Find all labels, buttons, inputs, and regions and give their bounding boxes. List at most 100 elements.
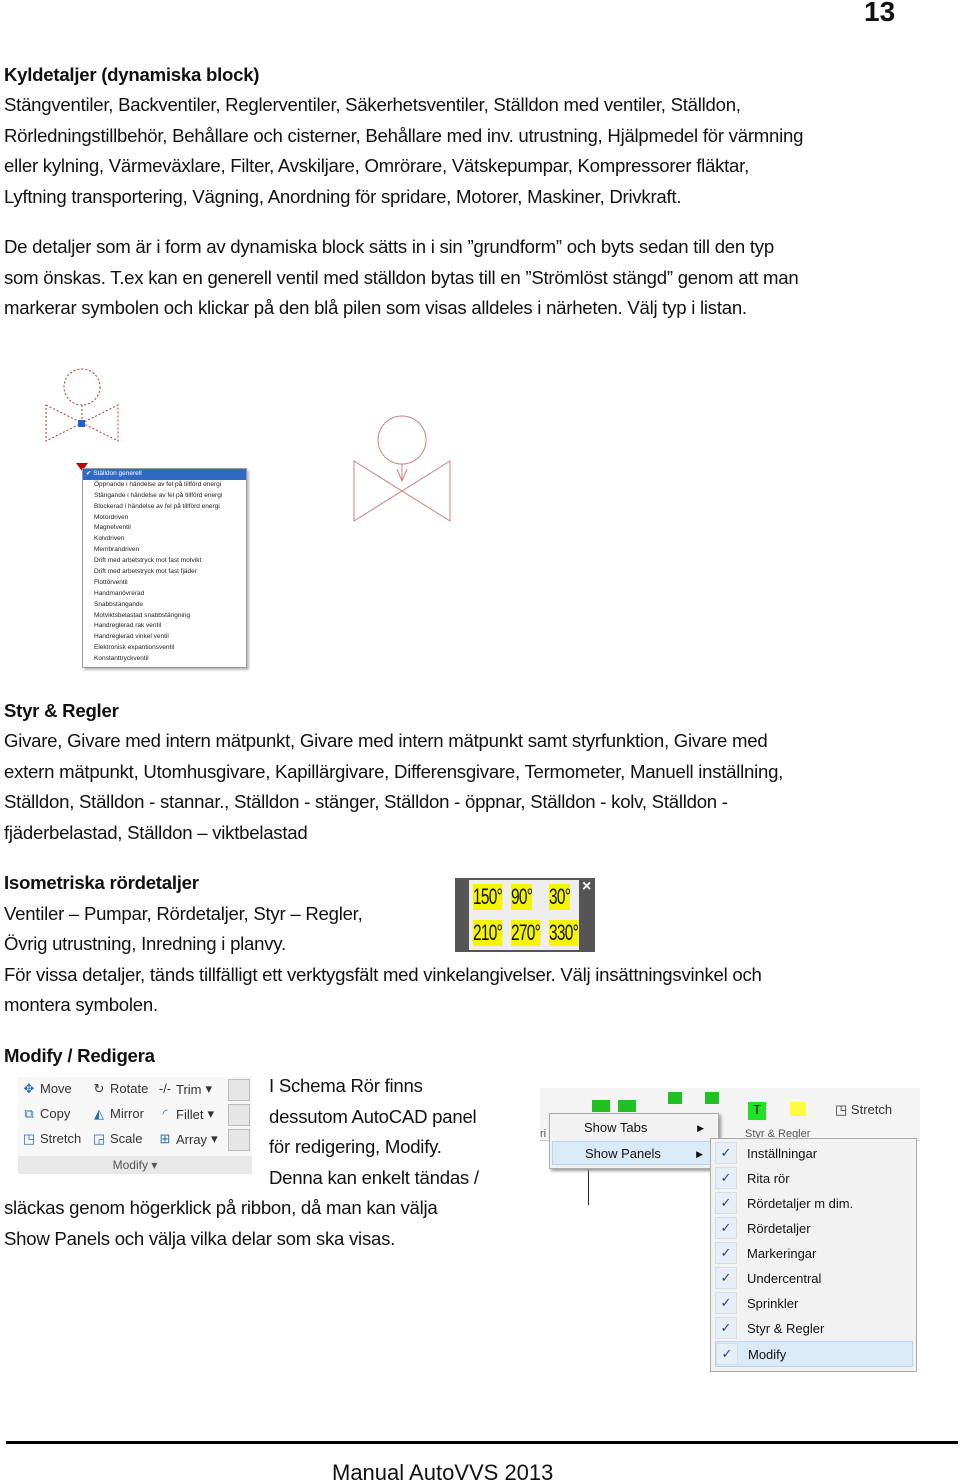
block-type-dropdown[interactable]: ✔ Ställdon generell Öppnande i händelse … [82, 468, 247, 668]
dropdown-item[interactable]: Motviktsbelastad snabbstängning [83, 611, 246, 622]
dropdown-item[interactable]: Motordriven [83, 513, 246, 524]
fillet-icon: ◜ [162, 1106, 168, 1121]
text-line: eller kylning, Värmeväxlare, Filter, Avs… [4, 155, 749, 176]
page-number: 13 [864, 0, 896, 27]
ribbon-context-menu: Show Tabs ▶ Show Panels ▶ [549, 1113, 719, 1169]
text-line: som önskas. T.ex kan en generell ventil … [4, 267, 799, 288]
dropdown-item[interactable]: Snabbstängande [83, 600, 246, 611]
text-line: Lyftning transportering, Vägning, Anordn… [4, 186, 682, 207]
3d-box-icon[interactable] [228, 1104, 250, 1126]
stretch-icon: ◳ [22, 1130, 36, 1146]
checkmark-icon: ✓ [716, 1343, 738, 1365]
edit-icon[interactable] [228, 1129, 250, 1151]
text-line: extern mätpunkt, Utomhusgivare, Kapillär… [4, 761, 784, 782]
angle-toolbar: 150° 90° 30° 210° 270° 330° × [455, 878, 595, 952]
checkmark-icon: ✓ [715, 1167, 737, 1189]
angle-button-330[interactable]: 330° [549, 920, 579, 946]
angle-button-270[interactable]: 270° [511, 920, 541, 946]
mirror-icon: ◭ [94, 1105, 104, 1121]
panel-toggle-rordetaljer-m-dim[interactable]: ✓ Rördetaljer m dim. [715, 1191, 911, 1215]
ribbon-panel-label: ri [540, 1128, 547, 1140]
ribbon-tool-icon[interactable] [705, 1092, 719, 1104]
dropdown-item[interactable]: Handreglerad vinkel ventil [83, 632, 246, 643]
heading-modify: Modify / Redigera [4, 1045, 155, 1066]
grip-handle[interactable] [78, 420, 85, 427]
text-line: Ställdon, Ställdon - stannar., Ställdon … [4, 791, 728, 812]
stretch-button[interactable]: ◳ Stretch [22, 1131, 81, 1146]
text-line: för redigering, Modify. [269, 1136, 442, 1157]
footer-text: Manual AutoVVS 2013 [332, 1460, 554, 1484]
checkmark-icon: ✓ [715, 1292, 737, 1314]
close-icon[interactable]: × [582, 878, 591, 896]
text-line: Denna kan enkelt tändas / [269, 1167, 479, 1188]
angle-button-150[interactable]: 150° [473, 884, 503, 910]
panel-toggle-rordetaljer[interactable]: ✓ Rördetaljer [715, 1216, 911, 1240]
trim-button[interactable]: -/- Trim ▾ [158, 1081, 212, 1097]
panel-toggle-modify[interactable]: ✓ Modify [715, 1341, 913, 1367]
document-page: 13 Kyldetaljer (dynamiska block) Stängve… [0, 0, 960, 1484]
checkmark-icon: ✓ [715, 1317, 737, 1339]
valve-symbol-result [353, 415, 451, 522]
dropdown-item[interactable]: Stängande i händelse av fel på tillförd … [83, 491, 246, 502]
menu-item-show-panels[interactable]: Show Panels ▶ [552, 1141, 714, 1165]
dropdown-item[interactable]: Öppnande i händelse av fel på tillförd e… [83, 480, 246, 491]
submenu-arrow-icon: ▶ [697, 1123, 704, 1133]
mirror-button[interactable]: ◭ Mirror [92, 1106, 144, 1121]
panel-toggle-sprinkler[interactable]: ✓ Sprinkler [715, 1291, 911, 1315]
dropdown-item[interactable]: Konstanttryckventil [83, 654, 246, 665]
dropdown-item[interactable]: Magnetventil [83, 523, 246, 534]
checkmark-icon: ✓ [715, 1192, 737, 1214]
dropdown-item[interactable]: Kolvdriven [83, 534, 246, 545]
fillet-button[interactable]: ◜ Fillet ▾ [158, 1106, 214, 1122]
dropdown-item[interactable]: Handreglerad rak ventil [83, 621, 246, 632]
footer-rule [6, 1441, 958, 1444]
paint-brush-icon[interactable] [228, 1079, 250, 1101]
dimension-tool-icon[interactable] [790, 1102, 806, 1116]
stretch-button[interactable]: ◳ Stretch [835, 1102, 892, 1118]
move-button[interactable]: ✥ Move [22, 1081, 72, 1096]
dropdown-item[interactable]: Drift med arbetstryck mot fast fjäder [83, 567, 246, 578]
divider [588, 1167, 589, 1205]
checkmark-icon: ✓ [715, 1267, 737, 1289]
ribbon-tool-icon[interactable] [668, 1092, 682, 1104]
text-line: Övrig utrustning, Inredning i planvy. [4, 933, 286, 954]
dropdown-item[interactable]: Blockerad i händelse av fel på tillförd … [83, 502, 246, 513]
panel-toggle-markeringar[interactable]: ✓ Markeringar [715, 1241, 911, 1265]
panel-toggle-installningar[interactable]: ✓ Inställningar [715, 1141, 911, 1165]
array-button[interactable]: ⊞ Array ▾ [158, 1131, 218, 1147]
dropdown-item[interactable]: Drift med arbetstryck mot fast motvikt [83, 556, 246, 567]
text-line: Show Panels och välja vilka delar som sk… [4, 1228, 396, 1249]
panel-toggle-rita-ror[interactable]: ✓ Rita rör [715, 1166, 911, 1190]
angle-button-210[interactable]: 210° [473, 920, 503, 946]
heading-isometriska: Isometriska rördetaljer [4, 872, 199, 893]
dropdown-item[interactable]: Flottörventil [83, 578, 246, 589]
text-line: dessutom AutoCAD panel [269, 1106, 477, 1127]
dropdown-item[interactable]: Handmanövrerad [83, 589, 246, 600]
scale-icon: ◲ [92, 1130, 106, 1146]
dropdown-item[interactable]: Elektronisk expantionsventil [83, 643, 246, 654]
text-line: De detaljer som är i form av dynamiska b… [4, 236, 774, 257]
angle-button-30[interactable]: 30° [549, 884, 571, 910]
ribbon-tool-icon[interactable] [618, 1100, 636, 1112]
scale-button[interactable]: ◲ Scale [92, 1131, 143, 1146]
panel-toggle-styr-regler[interactable]: ✓ Styr & Regler [715, 1316, 911, 1340]
array-icon: ⊞ [159, 1131, 171, 1146]
dropdown-item-selected[interactable]: ✔ Ställdon generell [83, 469, 246, 480]
text-line: Ventiler – Pumpar, Rördetaljer, Styr – R… [4, 903, 363, 924]
rotate-button[interactable]: ↻ Rotate [92, 1081, 149, 1096]
dropdown-item[interactable]: Membrandriven [83, 545, 246, 556]
text-tool-icon[interactable]: T [748, 1102, 766, 1120]
copy-button[interactable]: ⧉ Copy [22, 1106, 70, 1121]
angle-button-90[interactable]: 90° [511, 884, 533, 910]
text-line: Rörledningstillbehör, Behållare och cist… [4, 125, 804, 146]
text-line: fjäderbelastad, Ställdon – viktbelastad [4, 822, 308, 843]
panel-toggle-undercentral[interactable]: ✓ Undercentral [715, 1266, 911, 1290]
text-line: Stängventiler, Backventiler, Reglerventi… [4, 94, 741, 115]
heading-kyldetaljer: Kyldetaljer (dynamiska block) [4, 64, 260, 85]
text-line: Givare, Givare med intern mätpunkt, Giva… [4, 730, 768, 751]
modify-panel-title[interactable]: Modify ▾ [18, 1156, 252, 1174]
ribbon-tool-icon[interactable] [592, 1100, 610, 1112]
valve-symbol-selected [45, 368, 119, 442]
checkmark-icon: ✓ [715, 1242, 737, 1264]
menu-item-show-tabs[interactable]: Show Tabs ▶ [550, 1116, 716, 1140]
